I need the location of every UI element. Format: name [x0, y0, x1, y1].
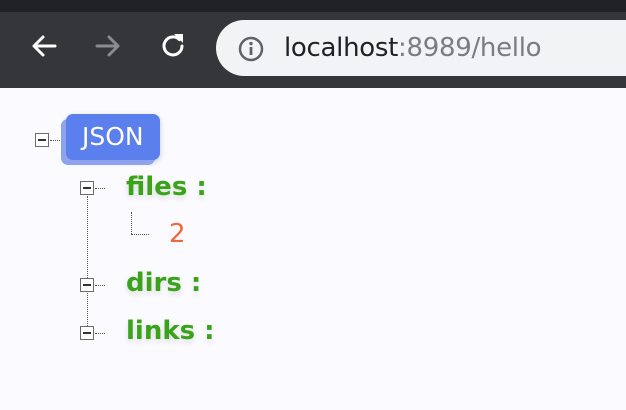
tree-connector	[95, 188, 105, 189]
tree-connector	[131, 234, 149, 235]
url-text: localhost:8989/hello	[284, 33, 542, 63]
info-icon[interactable]	[238, 36, 264, 62]
url-path: :8989/hello	[398, 33, 542, 63]
tree-connector	[87, 196, 88, 334]
collapse-files-toggle[interactable]	[80, 181, 94, 195]
tree-connector	[131, 212, 132, 234]
reload-icon	[162, 34, 184, 57]
root-node-badge[interactable]: JSON	[66, 114, 160, 160]
collapse-dirs-toggle[interactable]	[80, 278, 94, 292]
tree-connector	[50, 140, 66, 141]
forward-button[interactable]	[88, 26, 128, 66]
address-bar[interactable]: localhost:8989/hello	[216, 20, 626, 76]
url-host: localhost	[284, 33, 399, 63]
tree-connector	[95, 333, 105, 334]
back-button[interactable]	[24, 26, 64, 66]
collapse-root-toggle[interactable]	[35, 133, 49, 147]
tree-value-files[interactable]: 2	[169, 219, 186, 249]
tree-connector	[95, 285, 105, 286]
json-tree-view: JSON files : 2 dirs : links :	[0, 88, 626, 410]
arrow-right-icon	[95, 35, 120, 57]
tree-key-files[interactable]: files :	[126, 172, 207, 202]
arrow-left-icon	[32, 35, 57, 57]
browser-toolbar: localhost:8989/hello	[0, 12, 626, 88]
collapse-links-toggle[interactable]	[80, 326, 94, 340]
browser-tab-strip	[0, 0, 626, 12]
tree-key-dirs[interactable]: dirs :	[126, 268, 201, 298]
reload-button[interactable]	[153, 26, 193, 66]
tree-key-links[interactable]: links :	[126, 316, 215, 346]
